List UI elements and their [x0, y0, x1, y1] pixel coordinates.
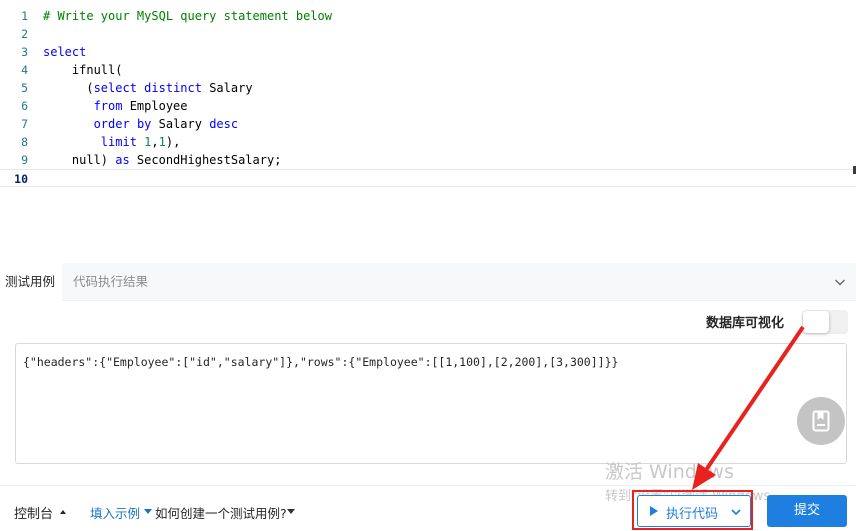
code-token: select — [93, 81, 137, 95]
code-text: null) as SecondHighestSalary; — [43, 151, 282, 169]
line-number: 10 — [14, 172, 28, 186]
bottom-panel-tabs: 测试用例 代码执行结果 — [0, 263, 856, 301]
code-token: SecondHighestSalary; — [129, 153, 282, 167]
line-number: 9 — [21, 153, 28, 167]
code-line[interactable]: 1 # Write your MySQL query statement belo… — [0, 7, 856, 25]
code-text: from Employee — [43, 97, 188, 115]
code-text: (select distinct Salary — [43, 79, 253, 97]
db-visualize-label: 数据库可视化 — [706, 316, 785, 331]
line-number: 7 — [21, 117, 28, 131]
code-text: # Write your MySQL query statement below — [43, 7, 332, 25]
code-line[interactable]: 2 — [0, 25, 856, 43]
code-token: by — [136, 117, 152, 131]
code-line[interactable]: 9 null) as SecondHighestSalary; — [0, 151, 856, 169]
code-text: limit 1,1), — [43, 133, 181, 151]
line-number: 6 — [21, 99, 28, 113]
code-token: ( — [43, 81, 94, 95]
code-line[interactable]: 8 limit 1,1), — [0, 133, 856, 151]
code-editor[interactable]: 1 # Write your MySQL query statement belo… — [0, 0, 856, 263]
code-token: desc — [209, 117, 239, 131]
tab-result[interactable]: 代码执行结果 — [68, 263, 153, 301]
code-text: select — [43, 43, 86, 61]
windows-activation-watermark-title: 激活 Windows — [605, 461, 734, 483]
line-number: 1 — [21, 9, 28, 23]
bookmark-note-icon — [812, 410, 830, 432]
code-token: limit — [100, 135, 137, 149]
testcase-value: {"headers":{"Employee":["id","salary"]},… — [23, 355, 619, 369]
db-visualize-toggle[interactable] — [802, 310, 848, 334]
submit-button[interactable]: 提交 — [767, 495, 847, 527]
code-token: , — [151, 135, 159, 149]
chevron-down-icon[interactable] — [834, 276, 846, 288]
line-number: 3 — [21, 45, 28, 59]
code-line[interactable]: 4 ifnull( — [0, 61, 856, 79]
code-token: order — [93, 117, 130, 131]
code-token: ifnull( — [43, 63, 123, 77]
code-line[interactable]: 5 (select distinct Salary — [0, 79, 856, 97]
code-token: # Write your MySQL query statement below — [43, 9, 332, 23]
note-button[interactable] — [797, 397, 845, 445]
code-text: ifnull( — [43, 61, 123, 79]
code-line[interactable]: 7 order by Salary desc — [0, 115, 856, 133]
code-token: from — [93, 99, 123, 113]
code-text: order by Salary desc — [43, 115, 239, 133]
howto-testcase-link[interactable]: 如何创建一个测试用例? — [155, 503, 287, 522]
code-token: as — [115, 153, 130, 167]
code-token: null) — [43, 153, 116, 167]
code-token: Salary — [201, 81, 253, 95]
line-number: 2 — [21, 27, 28, 41]
caret-up-icon — [60, 510, 66, 514]
code-token: select — [43, 45, 87, 59]
console-toggle[interactable]: 控制台 — [14, 503, 53, 522]
annotation-highlight-box — [632, 490, 753, 530]
fill-example-button[interactable]: 填入示例 — [90, 503, 140, 522]
code-line[interactable]: 10 — [0, 169, 856, 187]
code-token: distinct — [144, 81, 202, 95]
caret-down-icon[interactable] — [144, 509, 152, 514]
line-number: 5 — [21, 81, 28, 95]
toggle-knob — [803, 311, 829, 333]
code-line[interactable]: 3 select — [0, 43, 856, 61]
line-number: 4 — [21, 63, 28, 77]
line-number: 8 — [21, 135, 28, 149]
code-token: 1 — [158, 135, 166, 149]
footer-divider — [0, 485, 856, 486]
tab-testcase[interactable]: 测试用例 — [0, 263, 62, 301]
testcase-input[interactable]: {"headers":{"Employee":["id","salary"]},… — [15, 343, 847, 464]
code-line[interactable]: 6 from Employee — [0, 97, 856, 115]
code-token: Salary — [151, 117, 210, 131]
code-token: Employee — [122, 99, 188, 113]
caret-down-icon[interactable] — [287, 509, 295, 514]
code-token: ), — [165, 135, 181, 149]
